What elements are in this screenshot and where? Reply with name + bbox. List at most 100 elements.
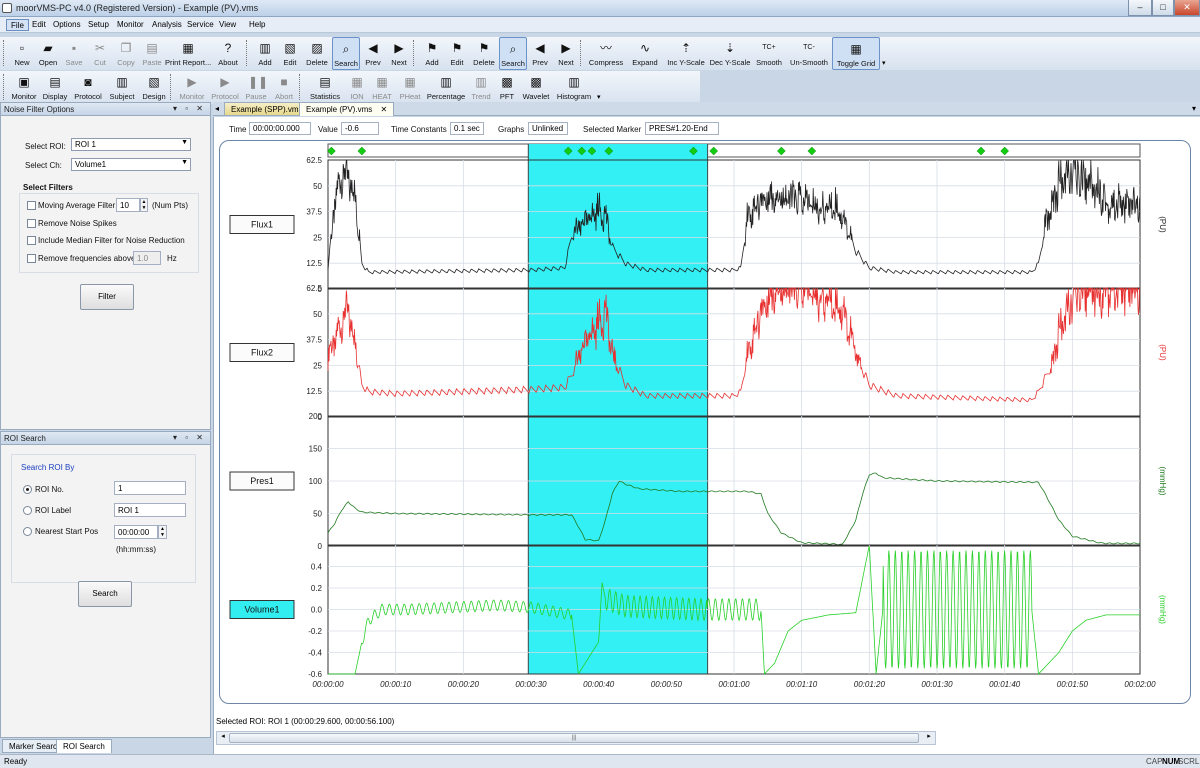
- close-button[interactable]: ✕: [1174, 0, 1200, 16]
- menu-file[interactable]: File: [6, 19, 29, 31]
- toolbar-button-ion-10[interactable]: ▦ ION: [345, 71, 369, 104]
- chart[interactable]: 012.52537.55062.5Flux1 (PU)012.52537.5506…: [220, 141, 1190, 703]
- roi-label-input[interactable]: ROI 1: [114, 503, 186, 517]
- roi-label-radio[interactable]: [23, 506, 32, 515]
- tab-scroll-left-icon[interactable]: ◂: [215, 104, 219, 113]
- toolbar-grip[interactable]: [413, 40, 416, 66]
- close-tab-icon[interactable]: ✕: [380, 105, 387, 114]
- scroll-thumb[interactable]: |||: [229, 733, 919, 743]
- toolbar-button-percentage-13[interactable]: ▥ Percentage: [425, 71, 467, 104]
- remove-spikes-checkbox[interactable]: [27, 219, 36, 228]
- toolbar-button-search-11[interactable]: ⌕ Search: [332, 37, 360, 70]
- toolbar-button-about-7[interactable]: ? About: [211, 37, 245, 70]
- spinner-icon[interactable]: ▲ ▼: [140, 198, 148, 212]
- toolbar-button-cut-3[interactable]: ✂ Cut: [87, 37, 113, 70]
- menu-edit[interactable]: Edit: [28, 19, 50, 31]
- toolbar-grip[interactable]: [299, 74, 302, 100]
- search-button[interactable]: Search: [78, 581, 132, 607]
- panel-pin-close-icon[interactable]: ▾ ▫ ✕: [173, 104, 206, 113]
- toolbar-overflow-icon[interactable]: ▾: [597, 93, 601, 101]
- toolbar-button-histogram-17[interactable]: ▥ Histogram: [553, 71, 595, 104]
- toolbar-button-un-smooth-25[interactable]: TC- Un-Smooth: [786, 37, 832, 70]
- menu-analysis[interactable]: Analysis: [148, 19, 186, 31]
- filter-button[interactable]: Filter: [80, 284, 134, 310]
- toolbar-button-display-1[interactable]: ▤ Display: [39, 71, 71, 104]
- toolbar-button-monitor-0[interactable]: ▣ Monitor: [9, 71, 39, 104]
- scroll-right-icon[interactable]: ▸: [923, 732, 935, 744]
- toolbar-button-next-19[interactable]: ▶ Next: [553, 37, 579, 70]
- median-filter-checkbox[interactable]: [27, 236, 36, 245]
- toolbar-button-wavelet-16[interactable]: ▩ Wavelet: [519, 71, 553, 104]
- menu-view[interactable]: View: [215, 19, 240, 31]
- scroll-left-icon[interactable]: ◂: [217, 732, 229, 744]
- remove-frequencies-checkbox[interactable]: [27, 254, 36, 263]
- toolbar-button-protocol-2[interactable]: ◙ Protocol: [71, 71, 105, 104]
- toolbar-grip[interactable]: [580, 40, 583, 66]
- remove-frequencies-input[interactable]: 1.0: [133, 251, 161, 265]
- tab-example-spp[interactable]: Example (SPP).vms: [224, 102, 310, 116]
- panel-pin-close-icon[interactable]: ▾ ▫ ✕: [173, 433, 206, 442]
- tab-roi-search[interactable]: ROI Search: [56, 739, 112, 753]
- toolbar-button-add-14[interactable]: ⚑ Add: [419, 37, 445, 70]
- roi-no-input[interactable]: 1: [114, 481, 186, 495]
- toolbar-grip[interactable]: [3, 40, 6, 66]
- toolbar-button-pheat-12[interactable]: ▦ PHeat: [395, 71, 425, 104]
- toolbar-button-statistics-9[interactable]: ▤ Statistics: [305, 71, 345, 104]
- toolbar-button-expand-21[interactable]: ∿ Expand: [626, 37, 664, 70]
- tab-example-pv[interactable]: Example (PV).vms ✕: [299, 102, 395, 116]
- toolbar-button-print-report-6[interactable]: ▦ Print Report...: [165, 37, 211, 70]
- time-constants-label: Time Constants: [391, 125, 447, 134]
- toolbar-overflow-icon[interactable]: ▾: [882, 59, 886, 67]
- menu-monitor[interactable]: Monitor: [113, 19, 148, 31]
- toolbar-button-open-1[interactable]: ▰ Open: [35, 37, 61, 70]
- menu-service[interactable]: Service: [183, 19, 218, 31]
- moving-average-input[interactable]: 10: [116, 198, 140, 212]
- toolbar-button-toggle-grid-26[interactable]: ▦ Toggle Grid: [832, 37, 880, 70]
- toolbar-button-prev-18[interactable]: ◀ Prev: [527, 37, 553, 70]
- toolbar-button-compress-20[interactable]: 〰 Compress: [586, 37, 626, 70]
- roi-region[interactable]: [528, 144, 708, 674]
- start-pos-radio[interactable]: [23, 527, 32, 536]
- minimize-button[interactable]: –: [1128, 0, 1152, 16]
- toolbar-button-abort-8[interactable]: ■ Abort: [270, 71, 298, 104]
- toolbar-button-heat-11[interactable]: ▦ HEAT: [369, 71, 395, 104]
- toolbar-grip[interactable]: [170, 74, 173, 100]
- toolbar-grip[interactable]: [3, 74, 6, 100]
- toolbar-button-dec-y-scale-23[interactable]: ⇣ Dec Y-Scale: [708, 37, 752, 70]
- toolbar-button-smooth-24[interactable]: TC+ Smooth: [752, 37, 786, 70]
- tab-list-icon[interactable]: ▾: [1192, 104, 1196, 113]
- menu-options[interactable]: Options: [49, 19, 85, 31]
- select-ch-combo[interactable]: Volume1 ▼: [71, 158, 191, 171]
- spinner-icon[interactable]: ▲ ▼: [158, 525, 167, 539]
- maximize-button[interactable]: □: [1152, 0, 1174, 16]
- toolbar-button-copy-4[interactable]: ❐ Copy: [113, 37, 139, 70]
- toolbar-button-add-8[interactable]: ▥ Add: [252, 37, 278, 70]
- toolbar-button-pft-15[interactable]: ▩ PFT: [495, 71, 519, 104]
- toolbar-button-paste-5[interactable]: ▤ Paste: [139, 37, 165, 70]
- toolbar-button-subject-3[interactable]: ▥ Subject: [105, 71, 139, 104]
- toolbar-button-monitor-5[interactable]: ▶ Monitor: [176, 71, 208, 104]
- toolbar-button-new-0[interactable]: ▫ New: [9, 37, 35, 70]
- select-roi-combo[interactable]: ROI 1 ▼: [71, 138, 191, 151]
- toolbar-button-inc-y-scale-22[interactable]: ⇡ Inc Y-Scale: [664, 37, 708, 70]
- toolbar-button-pause-7[interactable]: ❚❚ Pause: [242, 71, 270, 104]
- toolbar-button-edit-15[interactable]: ⚑ Edit: [445, 37, 469, 70]
- marker-strip[interactable]: [327, 143, 1141, 158]
- toolbar-button-search-17[interactable]: ⌕ Search: [499, 37, 527, 70]
- moving-average-checkbox[interactable]: [27, 201, 36, 210]
- toolbar-button-next-13[interactable]: ▶ Next: [386, 37, 412, 70]
- roi-no-radio[interactable]: [23, 485, 32, 494]
- toolbar-button-protocol-6[interactable]: ▶ Protocol: [208, 71, 242, 104]
- toolbar-grip[interactable]: [246, 40, 249, 66]
- toolbar-button-prev-12[interactable]: ◀ Prev: [360, 37, 386, 70]
- start-pos-input[interactable]: 00:00:00: [114, 525, 158, 539]
- menu-setup[interactable]: Setup: [84, 19, 113, 31]
- toolbar-button-trend-14[interactable]: ▥ Trend: [467, 71, 495, 104]
- toolbar-button-edit-9[interactable]: ▧ Edit: [278, 37, 302, 70]
- menu-help[interactable]: Help: [245, 19, 269, 31]
- horizontal-scrollbar[interactable]: ◂ ||| ▸: [216, 731, 936, 745]
- toolbar-button-delete-16[interactable]: ⚑ Delete: [469, 37, 499, 70]
- toolbar-button-delete-10[interactable]: ▨ Delete: [302, 37, 332, 70]
- toolbar-button-save-2[interactable]: ▪ Save: [61, 37, 87, 70]
- toolbar-button-design-4[interactable]: ▧ Design: [139, 71, 169, 104]
